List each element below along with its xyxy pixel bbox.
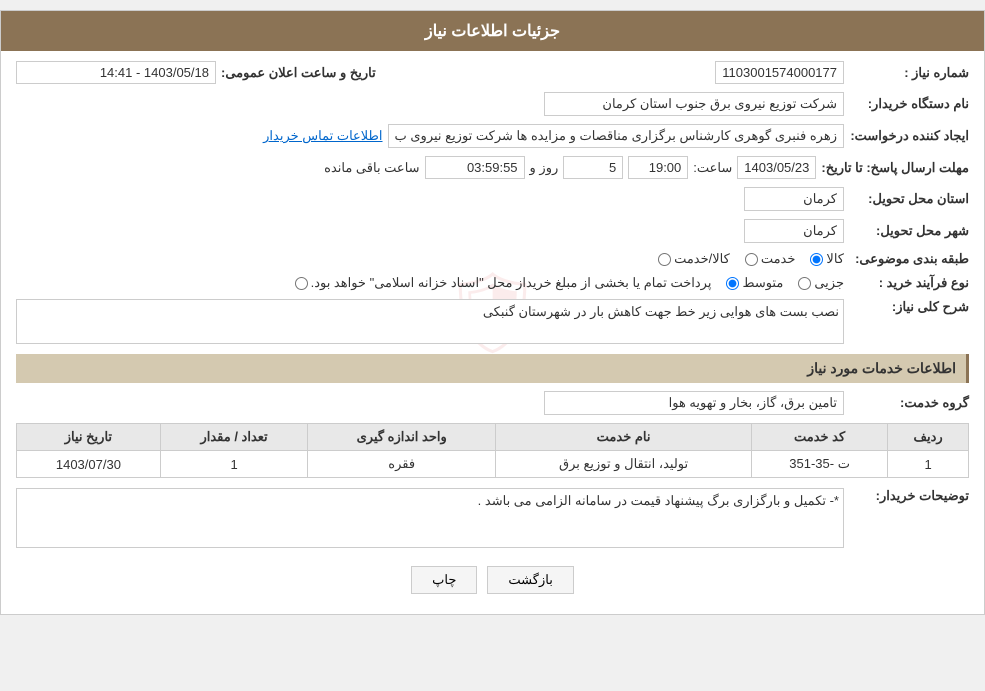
- mohlat-saat: 19:00: [628, 156, 688, 179]
- namdastgah-value: شرکت توزیع نیروی برق جنوب استان کرمان: [544, 92, 844, 116]
- cell-tedad: 1: [160, 451, 308, 478]
- sharh-label: شرح کلی نیاز:: [849, 299, 969, 315]
- grooh-label: گروه خدمت:: [849, 395, 969, 411]
- noe-jozi-label: جزیی: [814, 275, 844, 291]
- ostan-value: کرمان: [744, 187, 844, 211]
- noe-pardakht-label: پرداخت تمام یا بخشی از مبلغ خریداز محل "…: [311, 275, 712, 291]
- tosihaat-label: توضیحات خریدار:: [849, 488, 969, 504]
- ijad-link[interactable]: اطلاعات تماس خریدار: [263, 128, 382, 144]
- cell-nam: تولید، انتقال و توزیع برق: [496, 451, 752, 478]
- shomara-value: 1103001574000177: [715, 61, 844, 84]
- ostan-label: استان محل تحویل:: [849, 191, 969, 207]
- mohlat-baghimande: 03:59:55: [425, 156, 525, 179]
- cell-kod: ت -35-351: [752, 451, 888, 478]
- main-container: 🛡 جزئیات اطلاعات نیاز شماره نیاز : 11030…: [0, 10, 985, 615]
- cell-tarikh: 1403/07/30: [17, 451, 161, 478]
- sharh-value: نصب بست های هوایی زیر خط جهت کاهش بار در…: [16, 299, 844, 344]
- rooz-label: روز و: [530, 160, 559, 176]
- tabaqe-khedmat-radio[interactable]: [745, 253, 758, 266]
- tabaqe-row: طبقه بندی موضوعی: کالا خدمت کالا/خدمت: [16, 251, 969, 267]
- noe-jozi: جزیی: [798, 275, 844, 291]
- saat-label: ساعت:: [693, 160, 732, 176]
- button-row: بازگشت چاپ: [16, 556, 969, 604]
- col-vahed: واحد اندازه گیری: [308, 424, 496, 451]
- shahr-label: شهر محل تحویل:: [849, 223, 969, 239]
- mohlat-date: 1403/05/23: [737, 156, 816, 179]
- ijad-label: ایجاد کننده درخواست:: [849, 128, 969, 144]
- col-radif: ردیف: [888, 424, 969, 451]
- tabaqe-options: کالا خدمت کالا/خدمت: [658, 251, 844, 267]
- col-tedad: تعداد / مقدار: [160, 424, 308, 451]
- tabaqe-khedmat-label: خدمت: [761, 251, 796, 267]
- ostan-row: استان محل تحویل: کرمان: [16, 187, 969, 211]
- noe-options: جزیی متوسط پرداخت تمام یا بخشی از مبلغ خ…: [295, 275, 844, 291]
- col-nam: نام خدمت: [496, 424, 752, 451]
- baghimande-label: ساعت باقی مانده: [324, 160, 419, 176]
- noe-pardakht: پرداخت تمام یا بخشی از مبلغ خریداز محل "…: [295, 275, 712, 291]
- noe-pardakht-radio[interactable]: [295, 277, 308, 290]
- tabaqe-kala-label: کالا: [826, 251, 844, 267]
- section2-title: اطلاعات خدمات مورد نیاز: [807, 360, 956, 376]
- tarikh-label: تاریخ و ساعت اعلان عمومی:: [221, 65, 376, 81]
- page-title: جزئیات اطلاعات نیاز: [425, 23, 560, 40]
- namdastgah-row: نام دستگاه خریدار: شرکت توزیع نیروی برق …: [16, 92, 969, 116]
- col-tarikh: تاریخ نیاز: [17, 424, 161, 451]
- page-header: جزئیات اطلاعات نیاز: [1, 11, 984, 51]
- tabaqe-label: طبقه بندی موضوعی:: [849, 251, 969, 267]
- table-row: 1 ت -35-351 تولید، انتقال و توزیع برق فق…: [17, 451, 969, 478]
- services-table: ردیف کد خدمت نام خدمت واحد اندازه گیری ت…: [16, 423, 969, 478]
- tarikh-value: 1403/05/18 - 14:41: [16, 61, 216, 84]
- ijad-row: ایجاد کننده درخواست: زهره فنبری گوهری کا…: [16, 124, 969, 148]
- grooh-value: تامین برق، گاز، بخار و تهویه هوا: [544, 391, 844, 415]
- section2-header: اطلاعات خدمات مورد نیاز: [16, 354, 969, 383]
- cell-radif: 1: [888, 451, 969, 478]
- mohlat-label: مهلت ارسال پاسخ: تا تاریخ:: [821, 160, 969, 176]
- mohlat-row: مهلت ارسال پاسخ: تا تاریخ: 1403/05/23 سا…: [16, 156, 969, 179]
- col-kod: کد خدمت: [752, 424, 888, 451]
- shahr-value: کرمان: [744, 219, 844, 243]
- noe-mota: متوسط: [726, 275, 783, 291]
- noe-jozi-radio[interactable]: [798, 277, 811, 290]
- tabaqe-option-kalaKhedmat: کالا/خدمت: [658, 251, 730, 267]
- tabaqe-kalaKhedmat-label: کالا/خدمت: [674, 251, 730, 267]
- namdastgah-label: نام دستگاه خریدار:: [849, 96, 969, 112]
- tosihaat-box: *- تکمیل و بارگزاری برگ پیشنهاد قیمت در …: [16, 488, 844, 548]
- ijad-value: زهره فنبری گوهری کارشناس برگزاری مناقصات…: [388, 124, 844, 148]
- noe-mota-label: متوسط: [742, 275, 783, 291]
- print-button[interactable]: چاپ: [411, 566, 477, 594]
- mohlat-rooz: 5: [563, 156, 623, 179]
- noe-mota-radio[interactable]: [726, 277, 739, 290]
- tabaqe-kala-radio[interactable]: [810, 253, 823, 266]
- tabaqe-option-kala: کالا: [810, 251, 844, 267]
- table-header-row: ردیف کد خدمت نام خدمت واحد اندازه گیری ت…: [17, 424, 969, 451]
- noe-label: نوع فرآیند خرید :: [849, 275, 969, 291]
- tosihaat-row: توضیحات خریدار: *- تکمیل و بارگزاری برگ …: [16, 488, 969, 548]
- noe-row: نوع فرآیند خرید : جزیی متوسط پرداخت تمام…: [16, 275, 969, 291]
- tabaqe-kalaKhedmat-radio[interactable]: [658, 253, 671, 266]
- grooh-row: گروه خدمت: تامین برق، گاز، بخار و تهویه …: [16, 391, 969, 415]
- shomara-label: شماره نیاز :: [849, 65, 969, 81]
- tabaqe-option-khedmat: خدمت: [745, 251, 796, 267]
- shahr-row: شهر محل تحویل: کرمان: [16, 219, 969, 243]
- tosihaat-value: *- تکمیل و بارگزاری برگ پیشنهاد قیمت در …: [478, 493, 839, 508]
- sharh-row: شرح کلی نیاز: نصب بست های هوایی زیر خط ج…: [16, 299, 969, 344]
- back-button[interactable]: بازگشت: [487, 566, 573, 594]
- sharh-text: نصب بست های هوایی زیر خط جهت کاهش بار در…: [483, 304, 839, 319]
- cell-vahed: فقره: [308, 451, 496, 478]
- shomara-row: شماره نیاز : 1103001574000177 تاریخ و سا…: [16, 61, 969, 84]
